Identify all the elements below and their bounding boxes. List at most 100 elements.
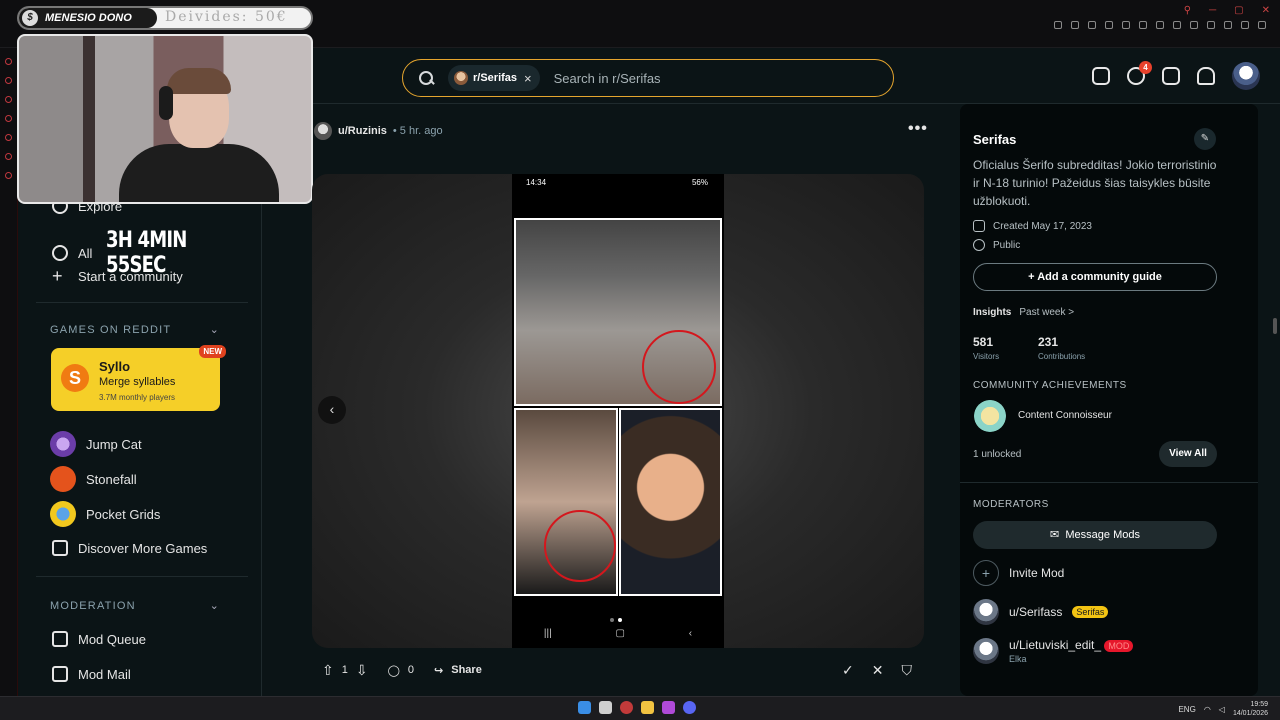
featured-game-card[interactable]: S Syllo Merge syllables 3.7M monthly pla… xyxy=(51,345,226,411)
insights-row[interactable]: Insights Past week > xyxy=(973,307,1074,318)
clock-time: 19:59 xyxy=(1250,701,1268,708)
sidebar-item-label: Mod Mail xyxy=(78,666,131,682)
user-avatar[interactable] xyxy=(1232,62,1260,90)
folder-icon[interactable] xyxy=(641,701,654,714)
remove-icon[interactable]: ✕ xyxy=(872,662,884,679)
create-post-icon[interactable] xyxy=(1162,67,1180,85)
language-indicator[interactable]: ENG xyxy=(1178,705,1195,714)
sidebar-item-label: Stonefall xyxy=(86,471,137,487)
author-avatar[interactable] xyxy=(314,122,332,140)
clock[interactable]: 19:59 14/01/2026 xyxy=(1233,700,1268,718)
achievement-badge-icon[interactable] xyxy=(974,400,1006,432)
contributions-label: Contributions xyxy=(1038,352,1086,361)
search-bar[interactable]: r/Serifas × Search in r/Serifas xyxy=(402,59,894,97)
webcam-feed xyxy=(17,34,313,204)
moderator-row[interactable]: u/Lietuviski_edit_ MOD Elka xyxy=(973,638,1134,664)
view-all-button[interactable]: View All xyxy=(1159,441,1217,467)
unlocked-count: 1 unlocked xyxy=(973,449,1022,460)
close-icon[interactable]: × xyxy=(524,71,532,86)
more-options-icon[interactable]: ••• xyxy=(908,120,928,138)
cake-icon xyxy=(973,220,985,232)
headset-icon xyxy=(159,86,173,120)
moderation-section-header[interactable]: MODERATION ⌄ xyxy=(50,599,220,613)
moderator-flair: Serifas xyxy=(1072,606,1109,618)
sidebar-item-label: All xyxy=(78,245,93,261)
window-controls[interactable]: ⚲ ─ ▢ ✕ xyxy=(1184,5,1270,16)
sidebar-item-label: Discover More Games xyxy=(78,540,208,556)
queue-icon xyxy=(52,631,68,647)
section-title: MODERATION xyxy=(50,599,136,612)
new-badge: NEW xyxy=(199,345,226,358)
invite-mod-label: Invite Mod xyxy=(1009,566,1065,580)
shield-icon[interactable]: ⛉ xyxy=(902,662,913,679)
achievement-name: Content Connoisseur xyxy=(1018,410,1112,421)
discord-icon[interactable] xyxy=(683,701,696,714)
red-circle-mark xyxy=(642,330,716,404)
author-name[interactable]: u/Ruzinis xyxy=(338,125,387,137)
post-action-bar: ⇧ 1 ⇩ ◯ 0 ↪ Share ✓ ✕ ⛉ xyxy=(312,656,922,684)
moderator-subtitle: Elka xyxy=(1009,654,1027,664)
browser-icon[interactable] xyxy=(662,701,675,714)
vote-pill: ⇧ 1 ⇩ xyxy=(312,656,378,684)
sidebar-item-jump-cat[interactable]: Jump Cat xyxy=(50,431,142,457)
photo-gym-man xyxy=(514,408,618,596)
taskview-icon[interactable] xyxy=(599,701,612,714)
games-section-header[interactable]: GAMES ON REDDIT ⌄ xyxy=(50,323,220,337)
divider xyxy=(36,302,248,303)
sidebar-item-start-community[interactable]: + Start a community xyxy=(52,266,183,287)
chat-icon[interactable]: 4 xyxy=(1127,61,1152,85)
moderator-row[interactable]: u/Serifass Serifas xyxy=(973,599,1109,625)
edit-icon[interactable]: ✎ xyxy=(1194,128,1216,150)
opera-icon[interactable] xyxy=(620,701,633,714)
wifi-icon[interactable]: ◠ xyxy=(1204,705,1211,714)
streamer-hair xyxy=(167,68,231,94)
sidebar-item-label: Pocket Grids xyxy=(86,506,161,522)
start-icon[interactable] xyxy=(578,701,591,714)
photo-tattooed-man xyxy=(514,218,722,406)
search-input[interactable]: Search in r/Serifas xyxy=(554,71,661,86)
message-mods-button[interactable]: ✉ Message Mods xyxy=(973,521,1217,549)
browser-extension-icons[interactable] xyxy=(1054,21,1266,29)
sidebar-item-discover-games[interactable]: Discover More Games xyxy=(52,540,207,556)
sidebar-item-stonefall[interactable]: Stonefall xyxy=(50,466,137,492)
downvote-icon[interactable]: ⇩ xyxy=(356,662,368,679)
comment-count: 0 xyxy=(407,664,415,676)
jump-cat-icon xyxy=(50,431,76,457)
notifications-icon[interactable] xyxy=(1197,67,1215,85)
search-community-chip[interactable]: r/Serifas × xyxy=(448,65,540,91)
share-button[interactable]: ↪ Share xyxy=(424,656,492,684)
invite-mod-row[interactable]: + Invite Mod xyxy=(973,560,1064,586)
community-name: Serifas xyxy=(973,132,1017,147)
add-community-guide-button[interactable]: + Add a community guide xyxy=(973,263,1217,291)
sidebar-item-pocket-grids[interactable]: Pocket Grids xyxy=(50,501,160,527)
insights-label: Insights xyxy=(973,307,1012,318)
share-icon: ↪ xyxy=(434,664,444,677)
vote-count: 1 xyxy=(341,664,348,676)
mod-actions: ✓ ✕ ⛉ xyxy=(842,656,912,684)
chevron-down-icon: ⌄ xyxy=(209,324,220,336)
moderator-avatar xyxy=(973,599,999,625)
message-mods-label: Message Mods xyxy=(1065,529,1140,541)
contributions-value: 231 xyxy=(1038,335,1059,349)
visibility-label: Public xyxy=(993,239,1021,251)
visitors-value: 581 xyxy=(973,335,994,349)
phone-time: 14:34 xyxy=(526,178,547,187)
comments-button[interactable]: ◯ 0 xyxy=(378,656,424,684)
windows-taskbar: ENG ◠ ◁ 19:59 14/01/2026 xyxy=(0,696,1280,720)
upvote-icon[interactable]: ⇧ xyxy=(322,662,334,679)
sidebar-item-mod-mail[interactable]: Mod Mail xyxy=(52,666,131,682)
globe-icon xyxy=(973,239,985,251)
contributions-stat: 231 Contributions xyxy=(1038,335,1085,361)
plus-icon: + xyxy=(52,266,63,286)
sidebar-item-mod-queue[interactable]: Mod Queue xyxy=(52,631,146,647)
community-description: Oficialus Šerifo subredditas! Jokio terr… xyxy=(973,158,1217,208)
approve-icon[interactable]: ✓ xyxy=(842,662,854,679)
scrollbar-thumb[interactable] xyxy=(1273,318,1277,334)
volume-icon[interactable]: ◁ xyxy=(1219,705,1225,714)
carousel-prev-button[interactable]: ‹ xyxy=(318,396,346,424)
streamer-body xyxy=(119,144,279,202)
advertise-icon[interactable] xyxy=(1092,67,1110,85)
gamepad-icon xyxy=(52,540,68,556)
header-actions: 4 xyxy=(1092,61,1260,90)
post-media[interactable]: 14:34 56% ||| ▢ ‹ ‹ xyxy=(312,174,924,648)
